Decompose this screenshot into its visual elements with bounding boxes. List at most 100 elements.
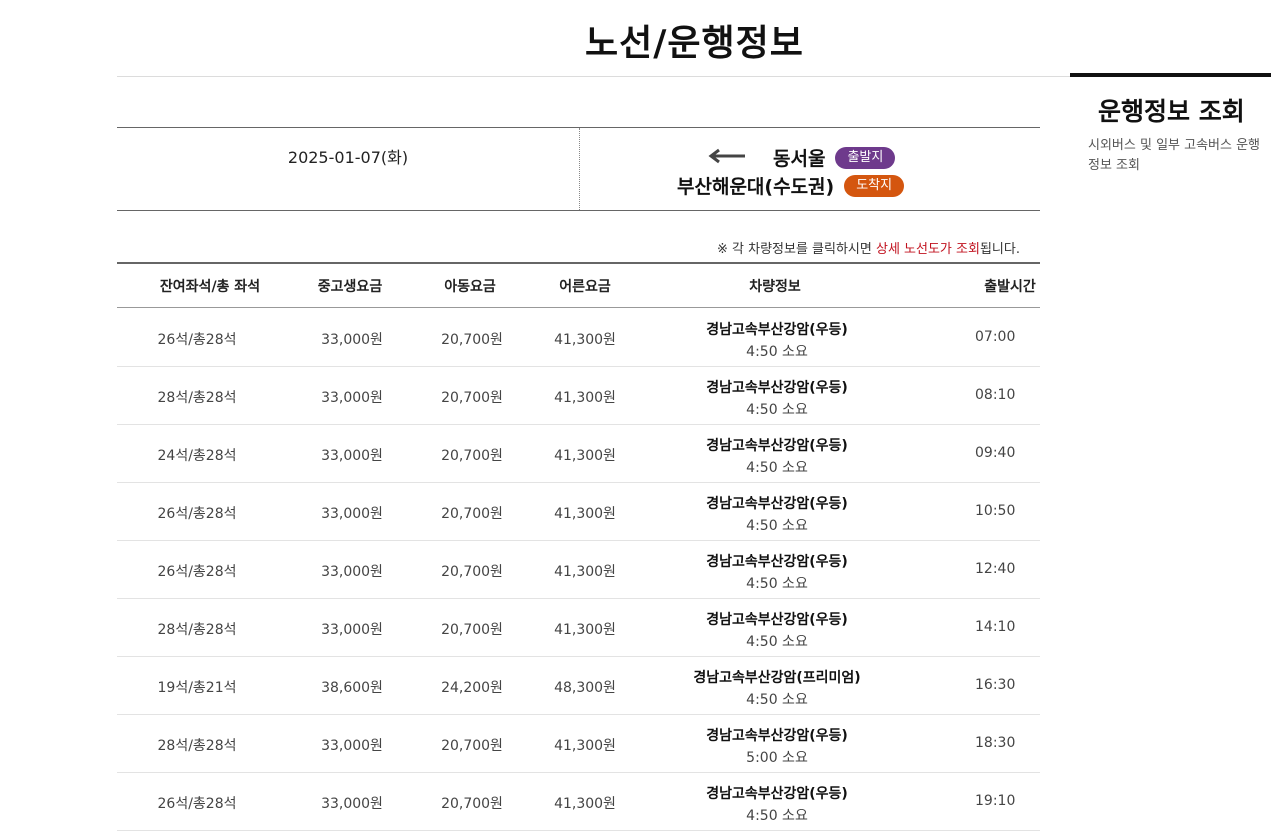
bus-info[interactable]: 경남고속부산강암(우등) 4:50 소요 <box>677 435 877 477</box>
table-row[interactable]: 08:10 경남고속부산강암(우등) 4:50 소요 41,300원 20,700원 33… <box>117 367 1040 425</box>
title-divider <box>117 76 1070 77</box>
adult-fare: 41,300원 <box>554 738 616 754</box>
trip-duration: 4:50 소요 <box>746 808 808 824</box>
route-summary: 2025-01-07(화) 동서울 출발지 부산해운대(수도권) 도착지 <box>117 127 1040 211</box>
student-fare: 33,000원 <box>321 796 383 812</box>
seat-availability: 26석/총28석 <box>157 564 237 580</box>
departure-time: 16:30 <box>975 677 1016 693</box>
adult-fare: 41,300원 <box>554 332 616 348</box>
departure-terminal: 동서울 <box>773 148 826 170</box>
table-header-border <box>117 307 1040 308</box>
child-fare: 20,700원 <box>441 506 503 522</box>
adult-fare: 41,300원 <box>554 448 616 464</box>
student-fare: 33,000원 <box>321 564 383 580</box>
bus-info[interactable]: 경남고속부산강암(우등) 4:50 소요 <box>677 783 877 825</box>
departure-time: 19:10 <box>975 793 1016 809</box>
page-title: 노선/운행정보 <box>585 23 804 64</box>
student-fare: 33,000원 <box>321 738 383 754</box>
table-row[interactable]: 16:30 경남고속부산강암(프리미엄) 4:50 소요 48,300원 24,200원… <box>117 657 1040 715</box>
table-row[interactable]: 09:40 경남고속부산강암(우등) 4:50 소요 41,300원 20,700원 33… <box>117 425 1040 483</box>
notice-highlight: 상세 노선도가 조회 <box>875 242 980 257</box>
departure-row: 동서울 출발지 <box>707 144 896 171</box>
student-fare: 33,000원 <box>321 332 383 348</box>
departure-time: 14:10 <box>975 619 1016 635</box>
seat-availability: 26석/총28석 <box>157 332 237 348</box>
adult-fare: 41,300원 <box>554 506 616 522</box>
trip-duration: 4:50 소요 <box>746 402 808 418</box>
header-senior: 중고생요금 <box>317 279 383 295</box>
trip-duration: 4:50 소요 <box>746 344 808 360</box>
child-fare: 20,700원 <box>441 622 503 638</box>
departure-time: 07:00 <box>975 329 1016 345</box>
header-bus: 차량정보 <box>749 279 801 295</box>
side-panel-title: 운행정보 조회 <box>1098 97 1245 126</box>
header-time: 출발시간 <box>984 279 1036 295</box>
table-row[interactable]: 12:40 경남고속부산강암(우등) 4:50 소요 41,300원 20,700원 33… <box>117 541 1040 599</box>
notice-text: ※ 각 차량정보를 클릭하시면 상세 노선도가 조회됩니다. <box>717 242 1020 257</box>
child-fare: 20,700원 <box>441 738 503 754</box>
bus-name[interactable]: 경남고속부산강암(우등) <box>677 609 877 629</box>
departure-time: 09:40 <box>975 445 1016 461</box>
bus-name[interactable]: 경남고속부산강암(우등) <box>677 783 877 803</box>
student-fare: 38,600원 <box>321 680 383 696</box>
seat-availability: 26석/총28석 <box>157 796 237 812</box>
arrival-row: 부산해운대(수도권) 도착지 <box>677 172 905 199</box>
trip-duration: 4:50 소요 <box>746 576 808 592</box>
bus-info[interactable]: 경남고속부산강암(우등) 4:50 소요 <box>677 609 877 651</box>
bus-info[interactable]: 경남고속부산강암(우등) 5:00 소요 <box>677 725 877 767</box>
child-fare: 20,700원 <box>441 332 503 348</box>
student-fare: 33,000원 <box>321 448 383 464</box>
bus-info[interactable]: 경남고속부산강암(프리미엄) 4:50 소요 <box>677 667 877 709</box>
departure-time: 18:30 <box>975 735 1016 751</box>
child-fare: 20,700원 <box>441 448 503 464</box>
header-child: 아동요금 <box>444 279 496 295</box>
trip-duration: 5:00 소요 <box>746 750 808 766</box>
student-fare: 33,000원 <box>321 622 383 638</box>
seat-availability: 19석/총21석 <box>157 680 237 696</box>
table-row[interactable]: 18:30 경남고속부산강암(우등) 5:00 소요 41,300원 20,700원 33… <box>117 715 1040 773</box>
bus-name[interactable]: 경남고속부산강암(우등) <box>677 319 877 339</box>
child-fare: 20,700원 <box>441 796 503 812</box>
side-panel-rule <box>1070 73 1271 77</box>
seat-availability: 28석/총28석 <box>157 738 237 754</box>
student-fare: 33,000원 <box>321 506 383 522</box>
bus-info[interactable]: 경남고속부산강암(우등) 4:50 소요 <box>677 319 877 361</box>
bus-name[interactable]: 경남고속부산강암(우등) <box>677 435 877 455</box>
bus-name[interactable]: 경남고속부산강암(우등) <box>677 551 877 571</box>
route-divider <box>579 128 580 210</box>
adult-fare: 41,300원 <box>554 796 616 812</box>
adult-fare: 48,300원 <box>554 680 616 696</box>
header-seats: 잔여좌석/총 좌석 <box>159 279 261 295</box>
table-top-border <box>117 262 1040 264</box>
seat-availability: 28석/총28석 <box>157 390 237 406</box>
bus-name[interactable]: 경남고속부산강암(우등) <box>677 725 877 745</box>
bus-info[interactable]: 경남고속부산강암(우등) 4:50 소요 <box>677 551 877 593</box>
arrival-terminal: 부산해운대(수도권) <box>677 176 835 198</box>
header-adult: 어른요금 <box>559 279 611 295</box>
seat-availability: 24석/총28석 <box>157 448 237 464</box>
trip-duration: 4:50 소요 <box>746 692 808 708</box>
bus-name[interactable]: 경남고속부산강암(프리미엄) <box>677 667 877 687</box>
child-fare: 20,700원 <box>441 390 503 406</box>
departure-time: 10:50 <box>975 503 1016 519</box>
seat-availability: 26석/총28석 <box>157 506 237 522</box>
child-fare: 20,700원 <box>441 564 503 580</box>
bus-info[interactable]: 경남고속부산강암(우등) 4:50 소요 <box>677 493 877 535</box>
table-row[interactable]: 10:50 경남고속부산강암(우등) 4:50 소요 41,300원 20,700원 33… <box>117 483 1040 541</box>
adult-fare: 41,300원 <box>554 622 616 638</box>
departure-time: 08:10 <box>975 387 1016 403</box>
trip-duration: 4:50 소요 <box>746 518 808 534</box>
arrow-left-icon <box>707 148 747 168</box>
table-row[interactable]: 07:00 경남고속부산강암(우등) 4:50 소요 41,300원 20,700원 33… <box>117 309 1040 367</box>
table-row[interactable]: 19:10 경남고속부산강암(우등) 4:50 소요 41,300원 20,700원 33… <box>117 773 1040 831</box>
arrival-badge: 도착지 <box>844 174 905 197</box>
table-row[interactable]: 14:10 경남고속부산강암(우등) 4:50 소요 41,300원 20,700원 33… <box>117 599 1040 657</box>
adult-fare: 41,300원 <box>554 390 616 406</box>
bus-name[interactable]: 경남고속부산강암(우등) <box>677 493 877 513</box>
adult-fare: 41,300원 <box>554 564 616 580</box>
bus-info[interactable]: 경남고속부산강암(우등) 4:50 소요 <box>677 377 877 419</box>
bus-name[interactable]: 경남고속부산강암(우등) <box>677 377 877 397</box>
seat-availability: 28석/총28석 <box>157 622 237 638</box>
student-fare: 33,000원 <box>321 390 383 406</box>
trip-duration: 4:50 소요 <box>746 460 808 476</box>
